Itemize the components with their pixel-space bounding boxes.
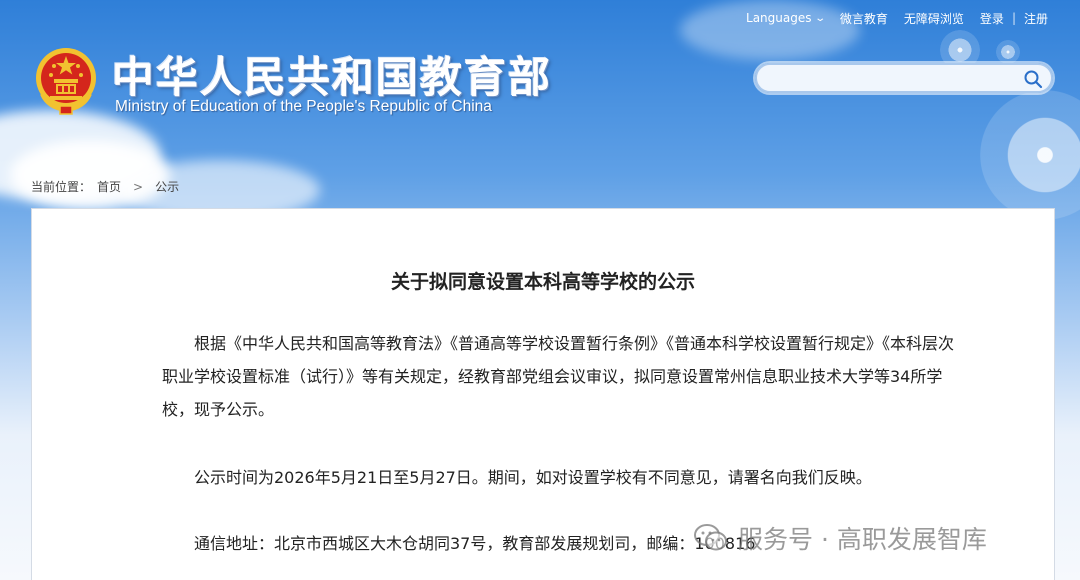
- search-input[interactable]: [757, 65, 1017, 91]
- search-box: [755, 63, 1053, 93]
- breadcrumb-label: 当前位置：: [31, 180, 92, 194]
- search-icon[interactable]: [1023, 69, 1043, 89]
- watermark-text: 服务号 · 高职发展智库: [738, 525, 987, 554]
- breadcrumb: 当前位置： 首页 > 公示: [31, 178, 179, 195]
- accessibility-link[interactable]: 无障碍浏览: [896, 10, 972, 27]
- weibo-link[interactable]: 微言教育: [832, 10, 896, 27]
- top-nav: Languages ⌄ 微言教育 无障碍浏览 登录 | 注册: [738, 8, 1056, 28]
- languages-label: Languages: [746, 11, 812, 25]
- article-paragraph: 根据《中华人民共和国高等教育法》《普通高等学校设置暂行条例》《普通本科学校设置暂…: [162, 334, 955, 419]
- dandelion-decoration: [980, 90, 1080, 220]
- watermark: 服务号 · 高职发展智库: [694, 520, 987, 556]
- languages-menu[interactable]: Languages ⌄: [738, 11, 832, 25]
- login-link[interactable]: 登录: [972, 10, 1012, 27]
- breadcrumb-current[interactable]: 公示: [155, 178, 179, 195]
- national-emblem-icon: [34, 46, 98, 116]
- site-title-en: Ministry of Education of the People's Re…: [115, 98, 492, 115]
- site-title-cn: 中华人民共和国教育部: [112, 53, 553, 102]
- register-link[interactable]: 注册: [1016, 10, 1056, 27]
- article-paragraph: 公示时间为2026年5月21日至5月27日。期间，如对设置学校有不同意见，请署名…: [194, 468, 872, 487]
- breadcrumb-home[interactable]: 首页: [97, 178, 121, 195]
- article-title: 关于拟同意设置本科高等学校的公示: [390, 271, 695, 293]
- dandelion-decoration-tiny: [996, 40, 1020, 64]
- wechat-icon: [694, 524, 727, 551]
- chevron-down-icon: ⌄: [813, 12, 826, 24]
- breadcrumb-arrow: >: [133, 179, 144, 194]
